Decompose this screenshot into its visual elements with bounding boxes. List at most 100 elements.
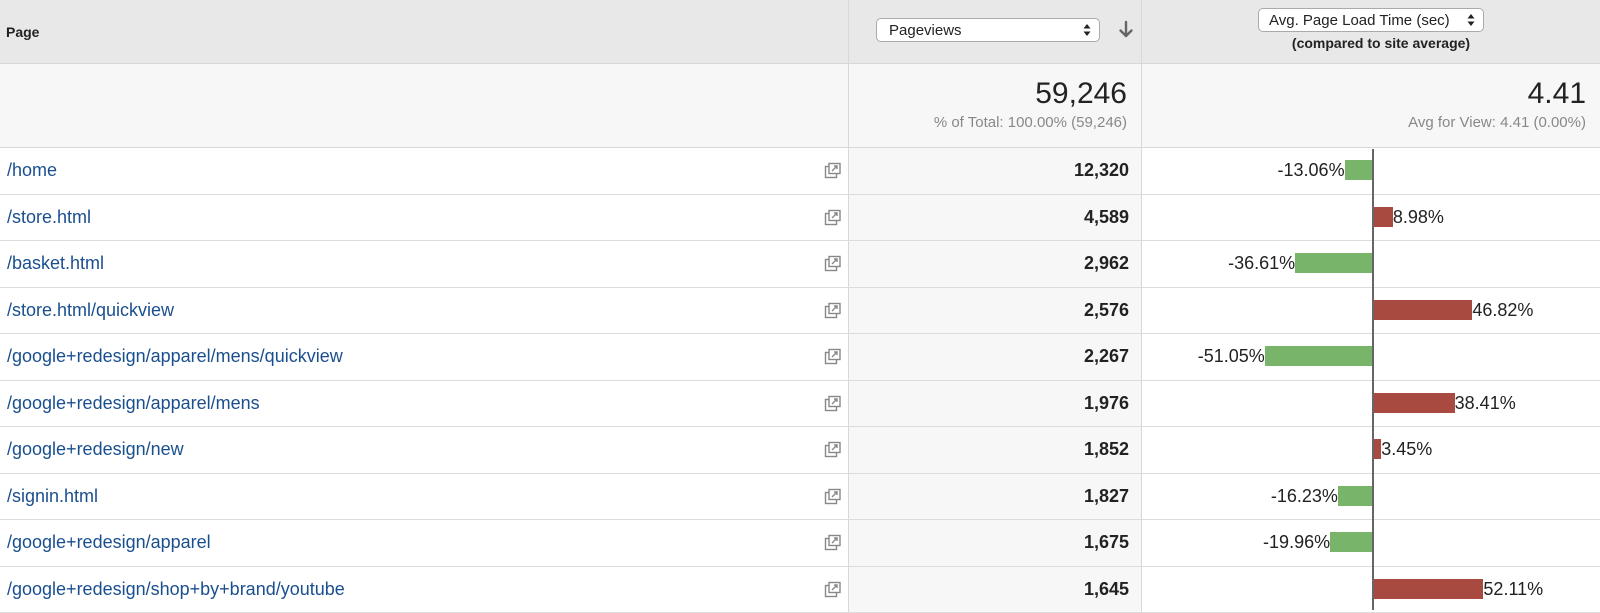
loadtime-delta-label: -19.96% — [1263, 532, 1330, 553]
page-path-link[interactable]: /store.html — [7, 207, 91, 228]
open-in-new-window-icon[interactable] — [824, 162, 842, 180]
page-path-link[interactable]: /google+redesign/apparel/mens/quickview — [7, 346, 343, 367]
page-path-link[interactable]: /store.html/quickview — [7, 300, 174, 321]
loadtime-comparison-subtitle: (compared to site average) — [1142, 35, 1600, 51]
avg-loadtime-value: 4.41 — [1528, 77, 1586, 111]
page-cell: /google+redesign/new — [0, 427, 848, 473]
table-row: /google+redesign/new 1,852 3.45% — [0, 427, 1600, 474]
loadtime-delta-label: 38.41% — [1455, 393, 1516, 414]
page-cell: /google+redesign/shop+by+brand/youtube — [0, 567, 848, 613]
select-updown-icon — [1467, 13, 1475, 27]
pageviews-select-label: Pageviews — [889, 22, 962, 39]
table-row: /google+redesign/apparel/mens/quickview 2… — [0, 334, 1600, 381]
faster-than-average-bar — [1265, 346, 1372, 366]
select-updown-icon — [1083, 23, 1091, 37]
open-in-new-window-icon[interactable] — [824, 441, 842, 459]
open-in-new-window-icon[interactable] — [824, 581, 842, 599]
slower-than-average-bar — [1374, 439, 1381, 459]
loadtime-delta-label: 3.45% — [1381, 439, 1432, 460]
open-in-new-window-icon[interactable] — [824, 395, 842, 413]
page-path-link[interactable]: /signin.html — [7, 486, 98, 507]
table-row: /home 12,320 -13.06% — [0, 148, 1600, 195]
faster-than-average-bar — [1295, 253, 1372, 273]
loadtime-column-header: Avg. Page Load Time (sec) (compared to s… — [1142, 0, 1600, 63]
pageviews-cell: 2,962 — [848, 241, 1142, 287]
page-cell: /google+redesign/apparel — [0, 520, 848, 566]
pageviews-cell: 1,827 — [848, 474, 1142, 520]
table-row: /store.html 4,589 8.98% — [0, 195, 1600, 242]
loadtime-select-label: Avg. Page Load Time (sec) — [1269, 12, 1450, 29]
totals-pageviews-cell: 59,246 % of Total: 100.00% (59,246) — [848, 64, 1142, 147]
page-path-link[interactable]: /google+redesign/apparel/mens — [7, 393, 260, 414]
pageviews-cell: 4,589 — [848, 195, 1142, 241]
loadtime-delta-label: -36.61% — [1228, 253, 1295, 274]
loadtime-delta-label: 8.98% — [1393, 207, 1444, 228]
loadtime-metric-select[interactable]: Avg. Page Load Time (sec) — [1258, 8, 1484, 32]
page-cell: /google+redesign/apparel/mens/quickview — [0, 334, 848, 380]
page-path-link[interactable]: /basket.html — [7, 253, 104, 274]
faster-than-average-bar — [1345, 160, 1372, 180]
pageviews-cell: 1,675 — [848, 520, 1142, 566]
pageviews-cell: 12,320 — [848, 148, 1142, 194]
page-path-link[interactable]: /google+redesign/apparel — [7, 532, 211, 553]
loadtime-comparison-cell: 38.41% — [1142, 381, 1600, 427]
table-row: /basket.html 2,962 -36.61% — [0, 241, 1600, 288]
slower-than-average-bar — [1374, 207, 1393, 227]
table-row: /signin.html 1,827 -16.23% — [0, 474, 1600, 521]
open-in-new-window-icon[interactable] — [824, 348, 842, 366]
open-in-new-window-icon[interactable] — [824, 209, 842, 227]
open-in-new-window-icon[interactable] — [824, 255, 842, 273]
totals-loadtime-cell: 4.41 Avg for View: 4.41 (0.00%) — [1142, 64, 1600, 147]
pageviews-metric-select[interactable]: Pageviews — [876, 18, 1100, 42]
loadtime-delta-label: -13.06% — [1278, 160, 1345, 181]
loadtime-delta-label: 46.82% — [1472, 300, 1533, 321]
open-in-new-window-icon[interactable] — [824, 302, 842, 320]
totals-page-cell — [0, 64, 848, 147]
loadtime-delta-label: -51.05% — [1198, 346, 1265, 367]
slower-than-average-bar — [1374, 393, 1455, 413]
page-cell: /signin.html — [0, 474, 848, 520]
loadtime-comparison-cell: -19.96% — [1142, 520, 1600, 566]
pageviews-cell: 2,267 — [848, 334, 1142, 380]
page-cell: /store.html — [0, 195, 848, 241]
slower-than-average-bar — [1374, 300, 1472, 320]
loadtime-comparison-cell: 8.98% — [1142, 195, 1600, 241]
table-row: /store.html/quickview 2,576 46.82% — [0, 288, 1600, 335]
page-cell: /basket.html — [0, 241, 848, 287]
loadtime-comparison-cell: 46.82% — [1142, 288, 1600, 334]
pageviews-cell: 1,976 — [848, 381, 1142, 427]
site-average-axis-line — [1372, 149, 1374, 610]
table-row: /google+redesign/apparel/mens 1,976 38.41% — [0, 381, 1600, 428]
faster-than-average-bar — [1338, 486, 1372, 506]
pageviews-cell: 1,852 — [848, 427, 1142, 473]
page-cell: /home — [0, 148, 848, 194]
page-path-link[interactable]: /home — [7, 160, 57, 181]
page-cell: /store.html/quickview — [0, 288, 848, 334]
total-pageviews-percent: % of Total: 100.00% (59,246) — [934, 114, 1127, 131]
loadtime-comparison-cell: -13.06% — [1142, 148, 1600, 194]
report-table: Page Pageviews Avg. Page Load Time (sec)… — [0, 0, 1600, 613]
loadtime-delta-label: -16.23% — [1271, 486, 1338, 507]
table-header: Page Pageviews Avg. Page Load Time (sec)… — [0, 0, 1600, 64]
pageviews-cell: 2,576 — [848, 288, 1142, 334]
slower-than-average-bar — [1374, 579, 1483, 599]
table-body: /home12,320-13.06%/store.html4,5898.98%/… — [0, 148, 1600, 613]
sort-down-arrow-icon[interactable] — [1118, 20, 1134, 45]
faster-than-average-bar — [1330, 532, 1372, 552]
loadtime-comparison-cell: -36.61% — [1142, 241, 1600, 287]
table-row: /google+redesign/shop+by+brand/youtube 1,… — [0, 567, 1600, 613]
open-in-new-window-icon[interactable] — [824, 534, 842, 552]
page-path-link[interactable]: /google+redesign/shop+by+brand/youtube — [7, 579, 345, 600]
loadtime-comparison-cell: 3.45% — [1142, 427, 1600, 473]
loadtime-comparison-cell: -51.05% — [1142, 334, 1600, 380]
loadtime-comparison-cell: 52.11% — [1142, 567, 1600, 613]
totals-row: 59,246 % of Total: 100.00% (59,246) 4.41… — [0, 64, 1600, 148]
pageviews-cell: 1,645 — [848, 567, 1142, 613]
page-column-header[interactable]: Page — [0, 0, 848, 63]
page-cell: /google+redesign/apparel/mens — [0, 381, 848, 427]
page-path-link[interactable]: /google+redesign/new — [7, 439, 184, 460]
loadtime-delta-label: 52.11% — [1483, 579, 1543, 600]
avg-loadtime-for-view: Avg for View: 4.41 (0.00%) — [1408, 114, 1586, 131]
open-in-new-window-icon[interactable] — [824, 488, 842, 506]
table-row: /google+redesign/apparel 1,675 -19.96% — [0, 520, 1600, 567]
